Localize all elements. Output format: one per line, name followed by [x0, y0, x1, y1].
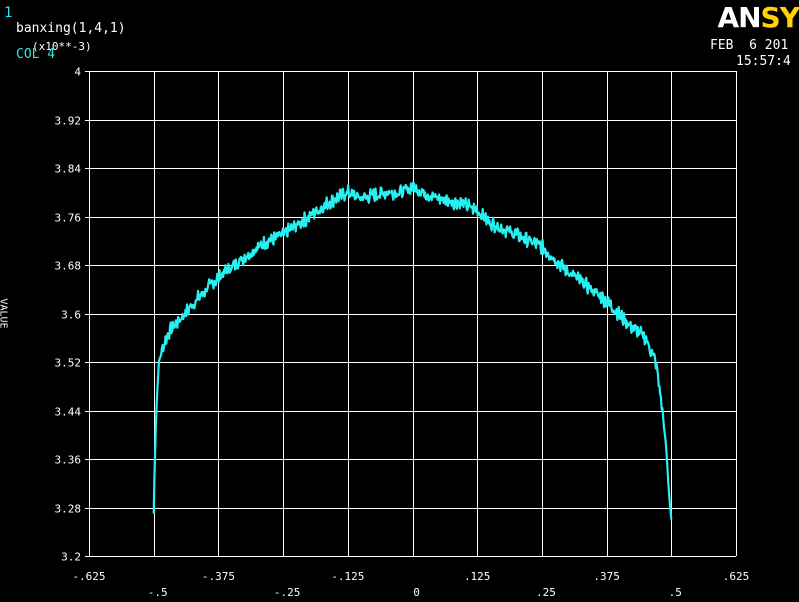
y-tick-label: 3.52	[55, 357, 82, 370]
y-tick-label: 3.2	[61, 551, 81, 564]
series-group	[152, 181, 673, 520]
y-tick-label: 3.36	[55, 454, 82, 467]
y-tick-label: 4	[74, 66, 81, 79]
series-line	[152, 181, 673, 520]
y-tick-label: 3.44	[55, 406, 82, 419]
x-tick-label: .5	[669, 586, 682, 599]
x-tick-label: -.25	[274, 586, 301, 599]
x-tick-label: .625	[723, 570, 750, 583]
x-tick-label: .25	[536, 586, 556, 599]
tick-labels: 3.2 3.28 3.36 3.44 3.52 3.6 3.68 3.76 3.84 3.92 4 -…	[55, 66, 750, 600]
y-tick-label: 3.68	[55, 260, 82, 273]
x-tick-label: .375	[593, 570, 620, 583]
x-tick-label: 0	[413, 586, 420, 599]
x-tick-label: .125	[464, 570, 491, 583]
y-tick-label: 3.84	[55, 163, 82, 176]
y-tick-label: 3.6	[61, 309, 81, 322]
x-tick-label: -.625	[72, 570, 105, 583]
x-tick-label: -.5	[148, 586, 168, 599]
y-tick-label: 3.28	[55, 503, 82, 516]
y-tick-label: 3.92	[55, 115, 82, 128]
y-tick-label: 3.76	[55, 212, 82, 225]
x-tick-label: -.375	[202, 570, 235, 583]
x-tick-label: -.125	[331, 570, 364, 583]
chart-plot: 3.2 3.28 3.36 3.44 3.52 3.6 3.68 3.76 3.84 3.92 4 -…	[55, 66, 750, 600]
